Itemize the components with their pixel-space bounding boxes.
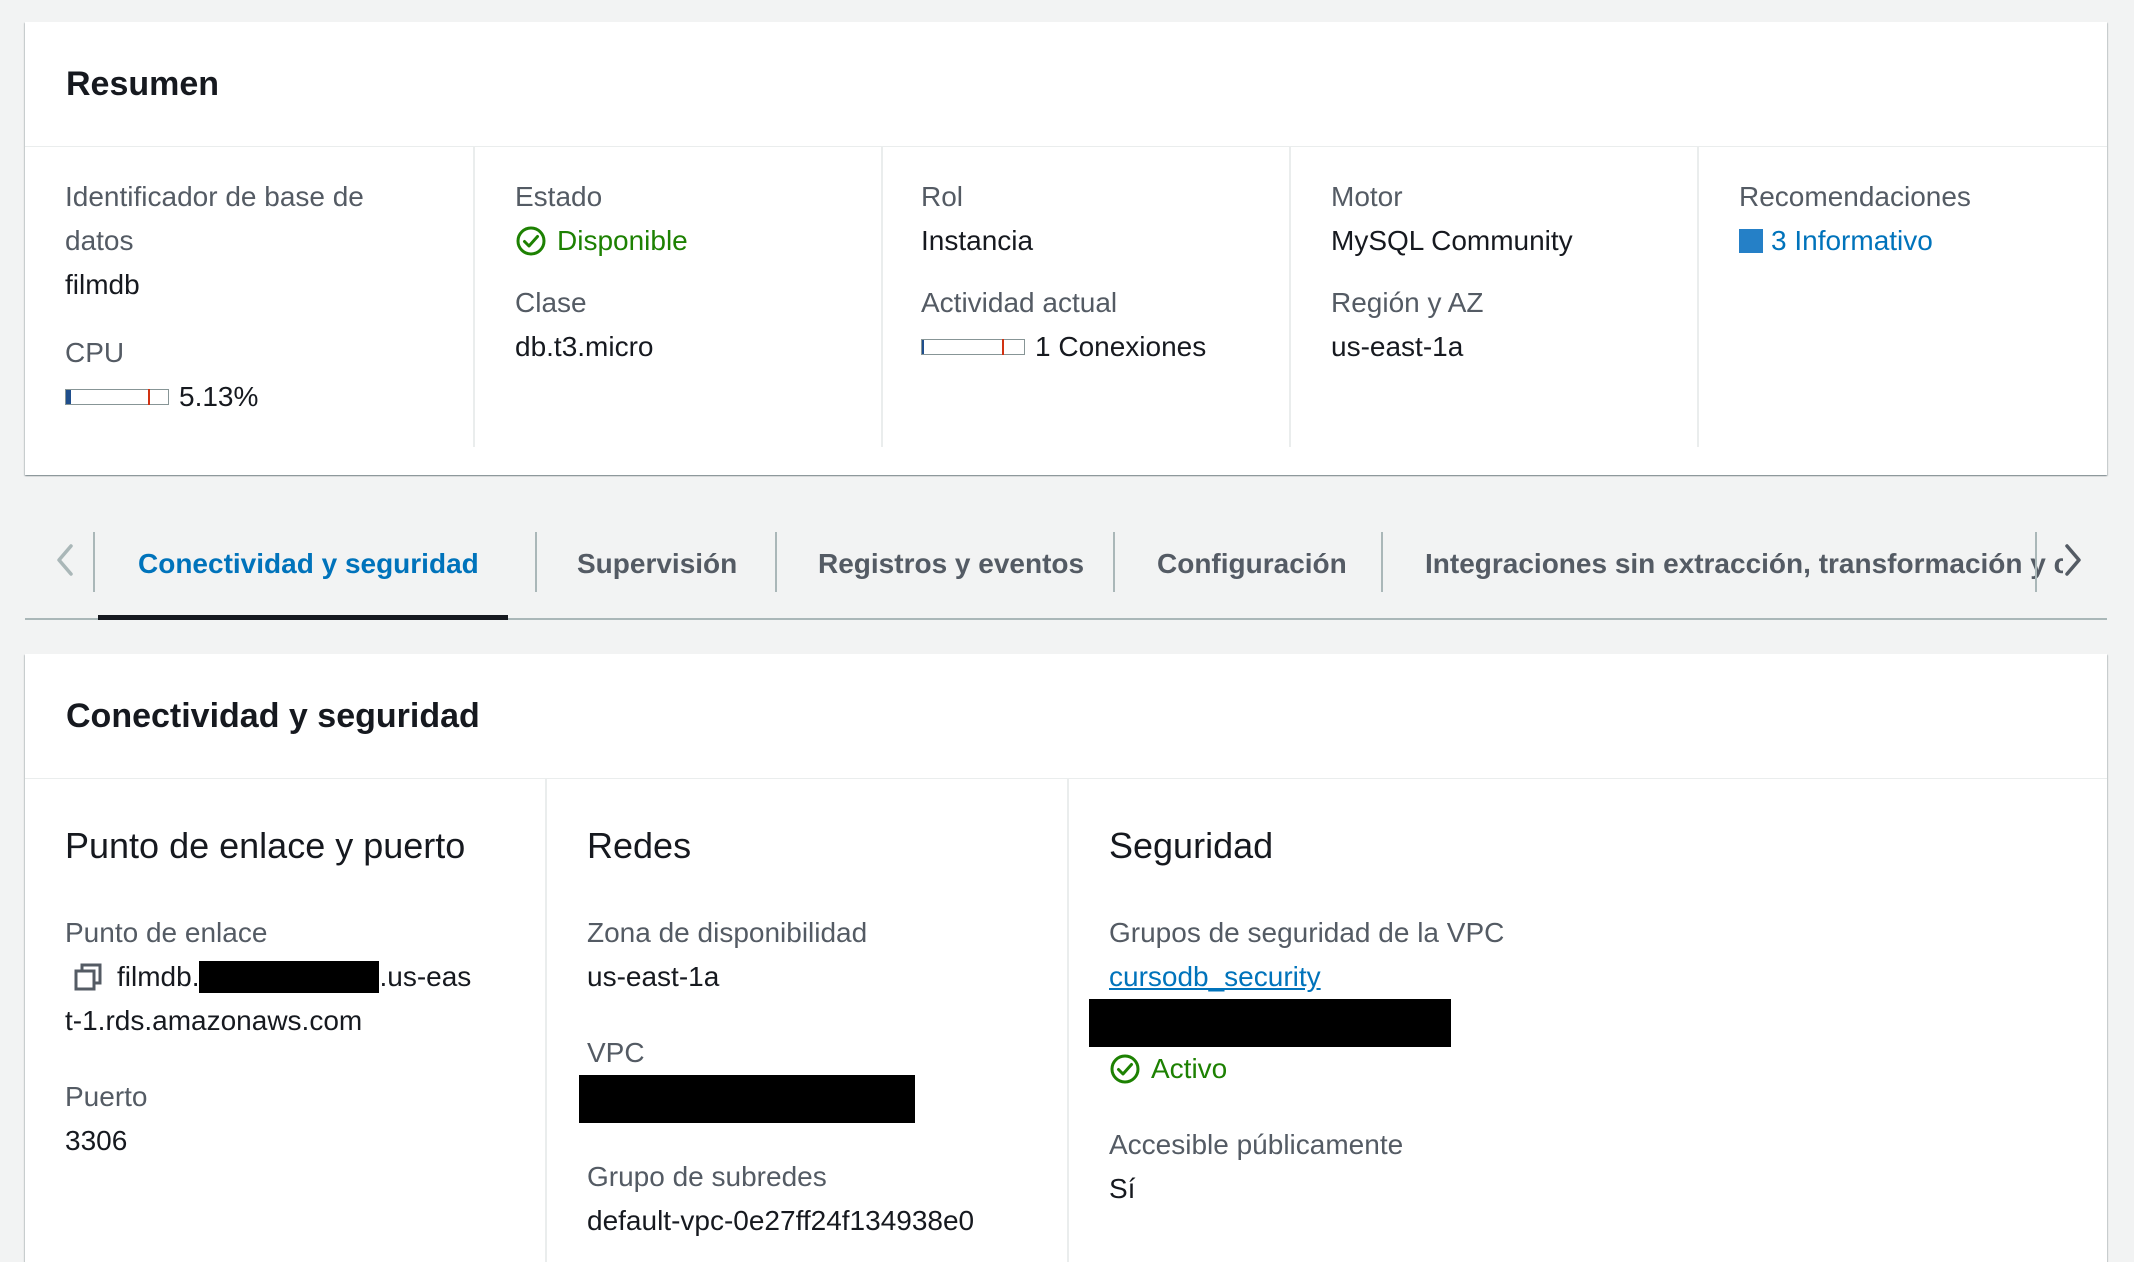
tabs-scroll-left-button[interactable] xyxy=(45,530,85,590)
tab-separator xyxy=(775,532,777,592)
endpoint-prefix: filmdb. xyxy=(117,961,200,992)
port-label: Puerto xyxy=(65,1081,148,1112)
summary-header: Resumen xyxy=(25,22,2107,147)
redacted-block xyxy=(199,961,380,993)
security-section-title: Seguridad xyxy=(1109,825,1274,866)
tab-zero-etl-integrations[interactable]: Integraciones sin extracción, transforma… xyxy=(1425,534,2063,594)
info-square-icon xyxy=(1739,229,1763,253)
connectivity-body: Punto de enlace y puerto Punto de enlace… xyxy=(25,779,2107,1262)
tab-label: Configuración xyxy=(1157,548,1347,579)
region-label: Región y AZ xyxy=(1331,287,1484,318)
tab-separator xyxy=(2035,532,2037,592)
activity-meter-fill xyxy=(922,340,924,354)
summary-card: Resumen Identificador de base de datos f… xyxy=(25,22,2107,475)
summary-col-recommendations: Recomendaciones 3 Informativo xyxy=(1697,147,2077,447)
success-icon xyxy=(1110,1054,1140,1084)
tab-label: Supervisión xyxy=(577,548,738,579)
summary-body: Identificador de base de datos filmdb CP… xyxy=(25,147,2107,474)
identifier-label-line2: datos xyxy=(65,225,134,256)
cpu-meter-fill xyxy=(66,390,72,404)
az-value: us-east-1a xyxy=(587,961,720,992)
tab-separator xyxy=(535,532,537,592)
public-access-value: Sí xyxy=(1109,1173,1136,1204)
activity-value: 1 Conexiones xyxy=(1035,331,1207,362)
security-group-link[interactable]: cursodb_security xyxy=(1109,955,2067,999)
copy-icon[interactable] xyxy=(73,962,103,992)
tabs-scroll-right-button[interactable] xyxy=(2053,530,2093,590)
status-value: Disponible xyxy=(557,225,688,256)
tab-label: Registros y eventos xyxy=(818,548,1085,579)
subnet-value: default-vpc-0e27ff24f134938e0 xyxy=(587,1205,975,1236)
vpc-label: VPC xyxy=(587,1037,645,1068)
sg-status: Activo xyxy=(1151,1053,1228,1084)
connectivity-title: Conectividad y seguridad xyxy=(66,696,480,735)
cpu-meter-row: 5.13% xyxy=(65,375,465,419)
recommendations-label: Recomendaciones xyxy=(1739,181,1971,212)
tab-strip: Conectividad y seguridad Supervisión Reg… xyxy=(95,510,2063,620)
security-section: Seguridad Grupos de seguridad de la VPC … xyxy=(1067,779,2067,1262)
identifier-value: filmdb xyxy=(65,269,140,300)
activity-meter xyxy=(921,339,1025,355)
role-label: Rol xyxy=(921,181,964,212)
port-value: 3306 xyxy=(65,1125,128,1156)
class-value: db.t3.micro xyxy=(515,331,654,362)
connectivity-header: Conectividad y seguridad xyxy=(25,654,2107,779)
tab-label: Conectividad y seguridad xyxy=(138,548,479,579)
class-label: Clase xyxy=(515,287,587,318)
endpoint-value-row: filmdb. .us-eas xyxy=(65,955,565,999)
endpoint-section-title: Punto de enlace y puerto xyxy=(65,825,466,866)
activity-label: Actividad actual xyxy=(921,287,1118,318)
summary-col-engine: Motor MySQL Community Región y AZ us-eas… xyxy=(1289,147,1697,447)
tab-monitoring[interactable]: Supervisión xyxy=(577,534,737,594)
tabs-bar: Conectividad y seguridad Supervisión Reg… xyxy=(25,510,2107,620)
engine-value: MySQL Community xyxy=(1331,225,1573,256)
summary-col-role: Rol Instancia Actividad actual 1 Conexio… xyxy=(881,147,1289,447)
summary-col-status: Estado Disponible Clase db.t3.micro xyxy=(473,147,881,447)
az-label: Zona de disponibilidad xyxy=(587,917,868,948)
activity-meter-threshold xyxy=(1002,339,1004,355)
redacted-block xyxy=(579,1075,915,1123)
role-value: Instancia xyxy=(921,225,1034,256)
recommendations-link[interactable]: 3 Informativo xyxy=(1739,219,2077,263)
cpu-label: CPU xyxy=(65,337,125,368)
identifier-label-line1: Identificador de base de xyxy=(65,181,364,212)
tab-connectivity-security[interactable]: Conectividad y seguridad xyxy=(138,534,479,594)
region-value: us-east-1a xyxy=(1331,331,1464,362)
network-section-title: Redes xyxy=(587,825,692,866)
network-section: Redes Zona de disponibilidad us-east-1a … xyxy=(545,779,1067,1262)
sg-status-row: Activo xyxy=(1109,1047,2067,1091)
cpu-meter xyxy=(65,389,169,405)
redacted-block xyxy=(1089,999,1451,1047)
tab-label: Integraciones sin extracción, transforma… xyxy=(1425,548,2063,579)
engine-label: Motor xyxy=(1331,181,1403,212)
chevron-left-icon xyxy=(57,544,73,576)
summary-title: Resumen xyxy=(66,64,220,103)
identifier-label: Identificador de base de datos xyxy=(65,175,465,263)
tab-configuration[interactable]: Configuración xyxy=(1157,534,1347,594)
endpoint-suffix: .us-eas xyxy=(379,961,472,992)
tab-separator xyxy=(1381,532,1383,592)
status-label: Estado xyxy=(515,181,603,212)
cpu-meter-threshold xyxy=(148,389,150,405)
sg-label: Grupos de seguridad de la VPC xyxy=(1109,917,1505,948)
endpoint-value-line2: t-1.rds.amazonaws.com xyxy=(65,1005,363,1036)
connectivity-card: Conectividad y seguridad Punto de enlace… xyxy=(25,654,2107,1262)
tab-logs-events[interactable]: Registros y eventos xyxy=(818,534,1084,594)
success-icon xyxy=(516,226,546,256)
summary-col-identifier: Identificador de base de datos filmdb CP… xyxy=(65,147,465,447)
activity-meter-row: 1 Conexiones xyxy=(921,325,1289,369)
status-value-row: Disponible xyxy=(515,219,881,263)
rds-instance-page: Resumen Identificador de base de datos f… xyxy=(0,0,2134,1262)
subnet-label: Grupo de subredes xyxy=(587,1161,827,1192)
tab-separator xyxy=(1113,532,1115,592)
public-access-label: Accesible públicamente xyxy=(1109,1129,1404,1160)
endpoint-label: Punto de enlace xyxy=(65,917,268,948)
recommendations-value[interactable]: 3 Informativo xyxy=(1771,219,1933,263)
endpoint-section: Punto de enlace y puerto Punto de enlace… xyxy=(65,779,565,1262)
active-tab-indicator xyxy=(98,615,508,620)
chevron-right-icon xyxy=(2065,544,2081,576)
cpu-value: 5.13% xyxy=(179,381,259,412)
